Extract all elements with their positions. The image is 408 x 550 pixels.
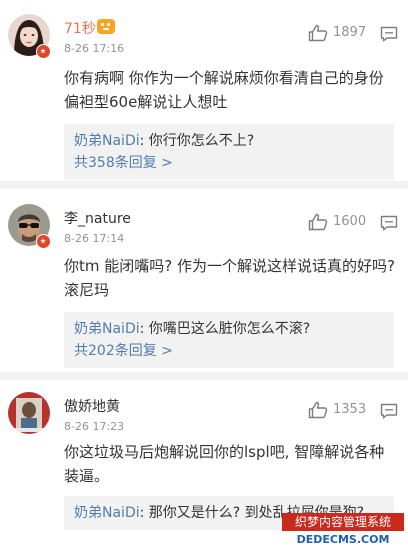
username[interactable]: 李_nature bbox=[64, 208, 131, 228]
comment-item: 李_nature 8-26 17:14 1600 你tm 能闭嘴吗? 作为一个解… bbox=[0, 188, 408, 370]
watermark-domain: DEDECMS.COM bbox=[282, 533, 404, 547]
timestamp: 8-26 17:23 bbox=[64, 420, 125, 433]
comment-icon[interactable] bbox=[380, 403, 398, 419]
verified-badge-icon bbox=[36, 44, 51, 59]
watermark-title: 织梦内容管理系统 bbox=[282, 513, 404, 531]
reply-separator: : bbox=[139, 505, 149, 521]
username[interactable]: 傲娇地黄 bbox=[64, 396, 120, 416]
username[interactable]: 71秒 bbox=[64, 18, 96, 38]
comment-icon[interactable] bbox=[380, 215, 398, 231]
site-watermark: 织梦内容管理系统 DEDECMS.COM bbox=[282, 513, 404, 547]
like-count: 1600 bbox=[333, 214, 367, 229]
like-icon[interactable] bbox=[308, 24, 328, 42]
reply-author[interactable]: 奶弟NaiDi bbox=[74, 321, 140, 337]
comment-text: 你这垃圾马后炮解说回你的lspl吧, 智障解说各种装逼。 bbox=[64, 443, 385, 485]
reply-preview[interactable]: 奶弟NaiDi: 你行你怎么不上? 共358条回复 > bbox=[64, 124, 394, 180]
verified-badge-icon bbox=[36, 234, 51, 249]
member-level-icon bbox=[97, 19, 115, 34]
reply-separator: : bbox=[139, 321, 149, 337]
comment-item: 71秒 8-26 17:16 1897 你有病啊 你作为一个解说麻烦你看清自己的… bbox=[0, 0, 408, 180]
reply-preview[interactable]: 奶弟NaiDi: 你嘴巴这么脏你怎么不滚? 共202条回复 > bbox=[64, 312, 394, 368]
comment-text: 你tm 能闭嘴吗? 作为一个解说这样说话真的好吗? 滚尼玛 bbox=[64, 257, 395, 299]
timestamp: 8-26 17:16 bbox=[64, 42, 125, 55]
view-all-replies-link[interactable]: 共358条回复 > bbox=[74, 152, 384, 174]
reply-line: 奶弟NaiDi: 你行你怎么不上? bbox=[74, 130, 384, 152]
reply-line: 奶弟NaiDi: 你嘴巴这么脏你怎么不滚? bbox=[74, 318, 384, 340]
reply-separator: : bbox=[139, 133, 149, 149]
like-icon[interactable] bbox=[308, 401, 328, 419]
avatar[interactable] bbox=[8, 392, 50, 434]
reply-text: 你嘴巴这么脏你怎么不滚? bbox=[148, 321, 311, 337]
reply-author[interactable]: 奶弟NaiDi bbox=[74, 133, 140, 149]
like-count: 1353 bbox=[333, 402, 367, 417]
timestamp: 8-26 17:14 bbox=[64, 232, 125, 245]
like-icon[interactable] bbox=[308, 213, 328, 231]
reply-author[interactable]: 奶弟NaiDi bbox=[74, 505, 140, 521]
comment-text: 你有病啊 你作为一个解说麻烦你看清自己的身份 偏袒型60e解说让人想吐 bbox=[64, 69, 384, 111]
view-all-replies-link[interactable]: 共202条回复 > bbox=[74, 340, 384, 362]
reply-text: 你行你怎么不上? bbox=[148, 133, 255, 149]
comment-icon[interactable] bbox=[380, 26, 398, 42]
like-count: 1897 bbox=[333, 25, 367, 40]
